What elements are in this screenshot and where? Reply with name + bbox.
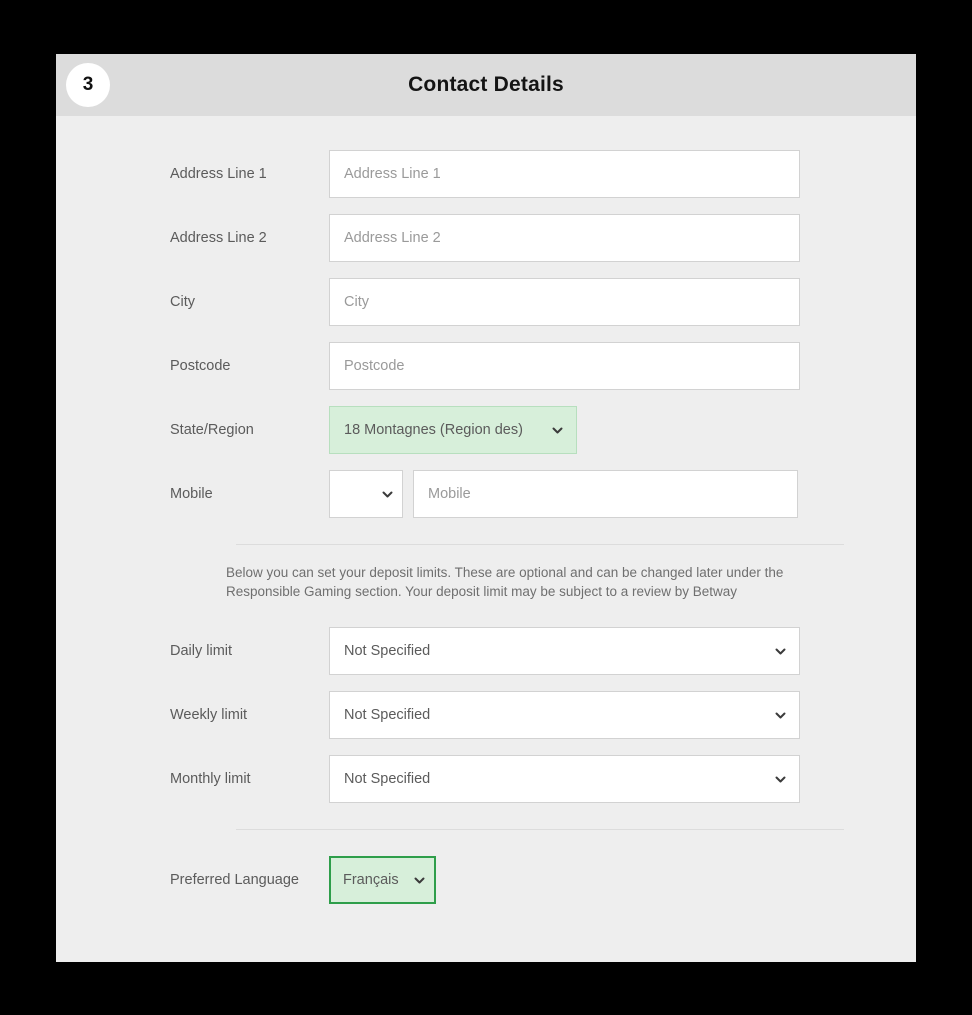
field-row-state-region: State/Region 18 Montagnes (Region des) bbox=[170, 398, 916, 462]
control-weekly-limit: Not Specified bbox=[329, 691, 800, 739]
field-row-address-line-1: Address Line 1 Address Line 1 bbox=[170, 142, 916, 206]
label-daily-limit: Daily limit bbox=[170, 643, 233, 659]
mobile-country-code-select[interactable] bbox=[329, 470, 403, 518]
field-row-mobile: Mobile Mobile bbox=[170, 462, 916, 526]
label-postcode: Postcode bbox=[170, 358, 231, 374]
control-city: City bbox=[329, 278, 800, 326]
label-address-line-2: Address Line 2 bbox=[170, 230, 267, 246]
deposit-limits-note: Below you can set your deposit limits. T… bbox=[226, 565, 784, 599]
field-row-preferred-language: Preferred Language Français bbox=[170, 848, 916, 912]
control-monthly-limit: Not Specified bbox=[329, 755, 800, 803]
step-number-badge: 3 bbox=[66, 63, 110, 107]
control-preferred-language: Français bbox=[329, 856, 436, 904]
chevron-down-icon bbox=[551, 424, 564, 437]
page-title: Contact Details bbox=[408, 73, 564, 96]
registration-panel: 3 Contact Details Address Line 1 Address… bbox=[56, 54, 916, 962]
step-number-label: 3 bbox=[82, 74, 94, 95]
preferred-language-select[interactable]: Français bbox=[329, 856, 436, 904]
control-daily-limit: Not Specified bbox=[329, 627, 800, 675]
city-input[interactable]: City bbox=[329, 278, 800, 326]
divider-above-deposit-limits bbox=[236, 544, 844, 545]
field-row-postcode: Postcode Postcode bbox=[170, 334, 916, 398]
field-row-monthly-limit: Monthly limit Not Specified bbox=[170, 747, 916, 811]
daily-limit-value: Not Specified bbox=[344, 643, 431, 659]
contact-details-form: Address Line 1 Address Line 1 Address Li… bbox=[56, 116, 916, 912]
label-preferred-language: Preferred Language bbox=[170, 872, 299, 888]
chevron-down-icon bbox=[774, 645, 787, 658]
chevron-down-icon bbox=[413, 874, 426, 887]
weekly-limit-value: Not Specified bbox=[344, 707, 431, 723]
divider-above-preferred-language bbox=[236, 829, 844, 830]
label-address-line-1: Address Line 1 bbox=[170, 166, 267, 182]
daily-limit-select[interactable]: Not Specified bbox=[329, 627, 800, 675]
weekly-limit-select[interactable]: Not Specified bbox=[329, 691, 800, 739]
monthly-limit-value: Not Specified bbox=[344, 771, 431, 787]
state-region-select[interactable]: 18 Montagnes (Region des) bbox=[329, 406, 577, 454]
monthly-limit-select[interactable]: Not Specified bbox=[329, 755, 800, 803]
field-row-weekly-limit: Weekly limit Not Specified bbox=[170, 683, 916, 747]
control-address-line-1: Address Line 1 bbox=[329, 150, 800, 198]
label-weekly-limit: Weekly limit bbox=[170, 707, 248, 723]
label-state-region: State/Region bbox=[170, 422, 254, 438]
label-mobile: Mobile bbox=[170, 486, 213, 502]
control-address-line-2: Address Line 2 bbox=[329, 214, 800, 262]
screen: 3 Contact Details Address Line 1 Address… bbox=[0, 0, 972, 1015]
field-row-address-line-2: Address Line 2 Address Line 2 bbox=[170, 206, 916, 270]
control-postcode: Postcode bbox=[329, 342, 800, 390]
chevron-down-icon bbox=[774, 709, 787, 722]
preferred-language-value: Français bbox=[343, 872, 399, 888]
mobile-number-input[interactable]: Mobile bbox=[413, 470, 798, 518]
control-mobile: Mobile bbox=[329, 470, 798, 518]
panel-header: 3 Contact Details bbox=[56, 54, 916, 116]
control-state-region: 18 Montagnes (Region des) bbox=[329, 406, 577, 454]
chevron-down-icon bbox=[381, 488, 394, 501]
state-region-value: 18 Montagnes (Region des) bbox=[344, 422, 523, 438]
field-row-city: City City bbox=[170, 270, 916, 334]
address-line-1-input[interactable]: Address Line 1 bbox=[329, 150, 800, 198]
label-monthly-limit: Monthly limit bbox=[170, 771, 251, 787]
address-line-2-input[interactable]: Address Line 2 bbox=[329, 214, 800, 262]
label-city: City bbox=[170, 294, 195, 310]
postcode-input[interactable]: Postcode bbox=[329, 342, 800, 390]
field-row-daily-limit: Daily limit Not Specified bbox=[170, 619, 916, 683]
chevron-down-icon bbox=[774, 773, 787, 786]
